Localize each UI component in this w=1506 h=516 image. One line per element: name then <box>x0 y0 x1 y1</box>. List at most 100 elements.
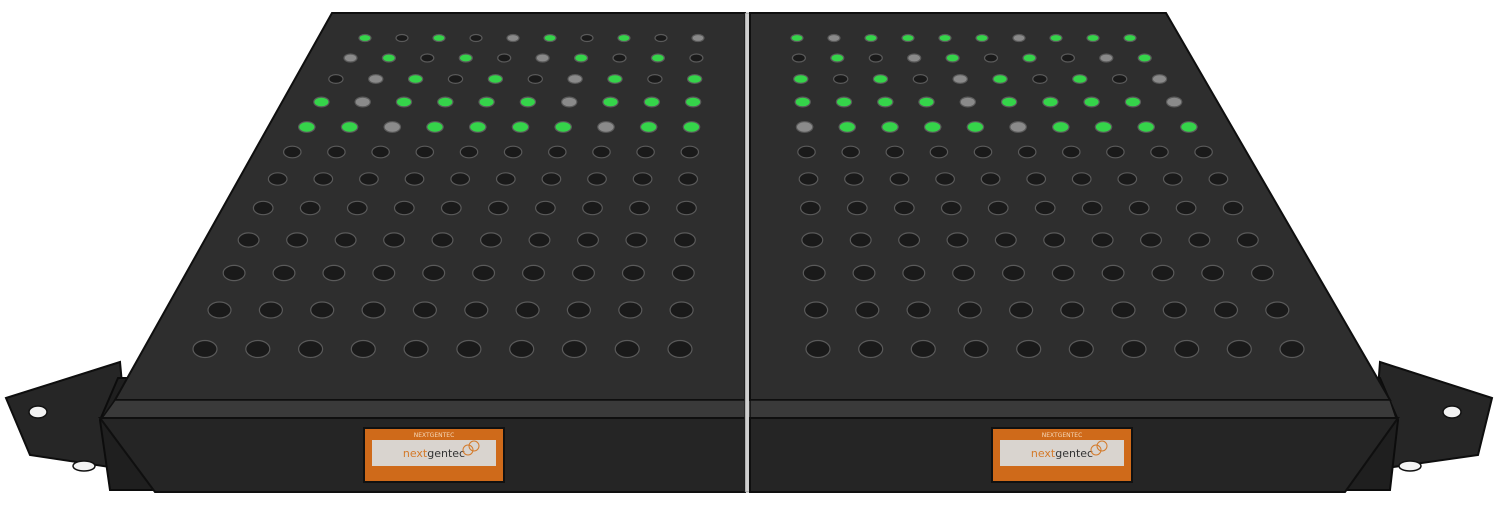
vent-hole-icon <box>855 301 880 319</box>
vent-hole-icon <box>361 301 386 319</box>
vent-hole-icon <box>1012 33 1026 43</box>
vent-hole-icon <box>1042 96 1059 108</box>
vent-hole-icon <box>431 232 454 248</box>
vent-hole-icon <box>1194 145 1213 159</box>
vent-hole-icon <box>383 232 406 248</box>
vent-hole-icon <box>1043 232 1066 248</box>
vent-hole-icon <box>313 172 334 186</box>
vent-hole-icon <box>617 33 631 43</box>
vent-hole-icon <box>1026 172 1047 186</box>
vent-hole-icon <box>395 33 409 43</box>
left-unit-front-lip <box>100 399 746 419</box>
rack-mount-hole-icon <box>1398 460 1422 472</box>
vent-hole-icon <box>592 145 611 159</box>
vent-hole-icon <box>404 172 425 186</box>
vent-hole-icon <box>245 339 271 359</box>
vent-hole-icon <box>980 172 1001 186</box>
vent-hole-icon <box>561 339 588 359</box>
rack-mount-hole-icon <box>28 405 48 419</box>
vent-hole-icon <box>506 33 520 43</box>
vent-hole-icon <box>1188 232 1211 248</box>
vent-hole-icon <box>846 200 868 216</box>
label-top-text: NEXTGENTEC <box>414 432 455 439</box>
vent-hole-icon <box>923 121 942 133</box>
vent-hole-icon <box>835 96 853 108</box>
vent-hole-icon <box>469 33 483 43</box>
vent-hole-icon <box>286 232 309 248</box>
vent-hole-icon <box>912 73 929 84</box>
vent-hole-icon <box>381 53 396 63</box>
vent-hole-icon <box>963 339 989 359</box>
vent-hole-icon <box>1049 33 1063 43</box>
vent-hole-icon <box>535 200 556 216</box>
vent-hole-icon <box>952 264 976 282</box>
brand-name-suffix: gentec <box>1055 447 1093 460</box>
vent-hole-icon <box>858 339 884 359</box>
vent-hole-icon <box>798 172 819 186</box>
vent-hole-icon <box>1137 121 1155 133</box>
vent-hole-icon <box>372 264 396 282</box>
vent-hole-icon <box>521 264 545 282</box>
vent-hole-icon <box>192 339 218 359</box>
vent-hole-icon <box>310 301 335 319</box>
vent-hole-icon <box>684 96 702 108</box>
vent-hole-icon <box>1213 301 1239 319</box>
vent-hole-icon <box>946 232 969 248</box>
vent-hole-icon <box>597 121 615 133</box>
vent-hole-icon <box>519 96 537 108</box>
vent-hole-icon <box>602 96 619 108</box>
right-unit-front-lip <box>749 399 1398 419</box>
vent-hole-icon <box>864 33 878 43</box>
vent-hole-icon <box>682 121 701 133</box>
vent-hole-icon <box>625 232 648 248</box>
vent-hole-icon <box>1265 301 1290 319</box>
vent-hole-icon <box>412 301 437 319</box>
vent-hole-icon <box>885 145 905 159</box>
vent-hole-icon <box>636 145 655 159</box>
vent-hole-icon <box>207 301 232 319</box>
rack-enclosure-scene: NEXTGENTEC nextgentec NEXTGENTEC nextgen… <box>4 12 1494 493</box>
vent-hole-icon <box>1051 264 1075 282</box>
vent-hole-icon <box>938 33 952 43</box>
vent-hole-icon <box>350 339 376 359</box>
vent-hole-icon <box>889 172 910 186</box>
vent-hole-icon <box>282 145 302 159</box>
vent-hole-icon <box>1101 264 1125 282</box>
vent-hole-icon <box>1174 339 1200 359</box>
vent-hole-icon <box>497 53 512 63</box>
vent-hole-icon <box>793 73 809 84</box>
vent-hole-icon <box>632 172 653 186</box>
vent-hole-icon <box>966 121 985 133</box>
vent-hole-icon <box>1017 145 1037 159</box>
vent-hole-icon <box>830 53 845 63</box>
vent-hole-icon <box>667 339 693 359</box>
vent-hole-icon <box>872 73 889 84</box>
vent-hole-icon <box>437 96 454 108</box>
vent-hole-icon <box>902 264 926 282</box>
vent-hole-icon <box>368 73 384 84</box>
left-unit-brand-label: NEXTGENTEC nextgentec <box>363 427 505 483</box>
vent-hole-icon <box>877 96 894 108</box>
vent-hole-icon <box>907 53 922 63</box>
vent-hole-icon <box>802 264 826 282</box>
vent-hole-icon <box>844 172 864 186</box>
vent-hole-icon <box>527 73 544 84</box>
vent-hole-icon <box>1111 301 1136 319</box>
right-unit: NEXTGENTEC nextgentec <box>749 12 1400 493</box>
vent-hole-icon <box>487 73 504 84</box>
vent-hole-icon <box>415 145 435 159</box>
vent-hole-icon <box>1022 53 1037 63</box>
vent-hole-icon <box>1060 53 1076 63</box>
vent-hole-icon <box>458 53 473 63</box>
vent-hole-icon <box>222 264 246 282</box>
vent-hole-icon <box>450 172 471 186</box>
vent-hole-icon <box>1068 339 1094 359</box>
vent-hole-icon <box>1032 73 1048 84</box>
rack-mount-hole-icon <box>72 460 96 472</box>
vent-hole-icon <box>343 53 358 63</box>
vent-hole-icon <box>797 145 816 159</box>
vent-hole-icon <box>1139 232 1162 248</box>
vent-hole-icon <box>1086 33 1100 43</box>
vent-hole-icon <box>669 301 694 319</box>
vent-hole-icon <box>643 96 661 108</box>
